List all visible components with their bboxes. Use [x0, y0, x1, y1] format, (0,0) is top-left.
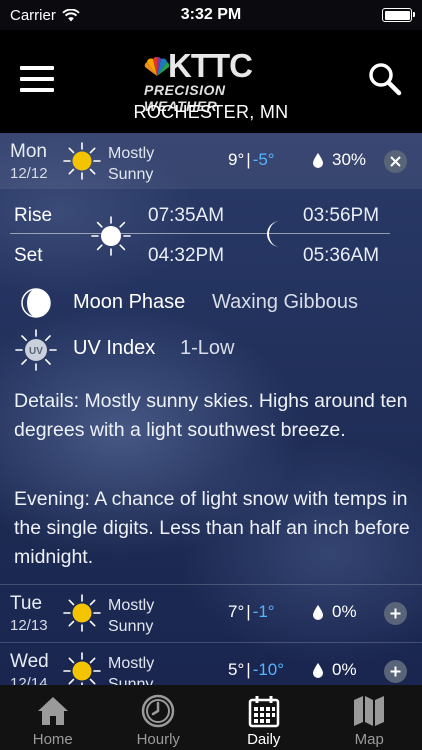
logo-title: KTTC — [168, 47, 253, 84]
sun-icon — [63, 594, 101, 632]
temp-separator: | — [246, 660, 251, 679]
high-temp: 7° — [228, 602, 245, 621]
menu-icon-bar — [20, 77, 54, 81]
temperature-range: 5° | -10° — [228, 660, 284, 680]
expand-button[interactable] — [384, 602, 407, 625]
day-condition: Mostly Sunny — [108, 595, 154, 637]
menu-button[interactable] — [20, 66, 54, 92]
sun-icon — [63, 142, 101, 180]
horizon-line — [10, 233, 390, 234]
precip-chance: 30% — [332, 150, 367, 169]
moon-phase-value: Waxing Gibbous — [212, 291, 358, 313]
low-temp: -1° — [252, 602, 275, 621]
condition-line-2: Sunny — [108, 618, 154, 635]
location-label: ROCHESTER, MN — [133, 102, 289, 122]
menu-icon-bar — [20, 66, 54, 70]
search-icon[interactable] — [368, 62, 402, 96]
tab-daily[interactable]: Daily — [211, 685, 317, 750]
raindrop-icon — [313, 663, 323, 678]
day-name: Tue — [10, 593, 43, 614]
close-icon — [390, 156, 401, 167]
temp-separator: | — [246, 150, 251, 169]
home-icon — [37, 697, 68, 725]
condition-line-1: Mostly — [108, 145, 155, 162]
condition-line-2: Sunny — [108, 166, 154, 183]
day-row-wed[interactable]: Wed 12/14 Mostly Sunny 5° | -10° 0% — [0, 642, 422, 685]
uv-index-label: UV Index — [73, 337, 156, 359]
moon-phase-icon — [21, 288, 51, 318]
collapse-button[interactable] — [384, 150, 407, 173]
tab-label: Hourly — [136, 731, 180, 748]
tab-hourly[interactable]: Hourly — [106, 685, 212, 750]
tab-label: Daily — [247, 731, 281, 748]
day-date: 12/12 — [10, 165, 48, 182]
battery-icon — [382, 8, 415, 22]
kttc-logo: KTTC PRECISION WEATHER — [140, 47, 282, 115]
carrier-label: Carrier — [10, 6, 56, 24]
carrier-group: Carrier — [10, 7, 80, 24]
moon-phase-label: Moon Phase — [73, 291, 186, 313]
sun-horizon-icon — [91, 216, 131, 256]
low-temp: -5° — [252, 150, 275, 169]
tab-label: Home — [32, 731, 73, 748]
day-name: Wed — [10, 651, 49, 672]
evening-text: Evening: A chance of light snow with tem… — [14, 488, 410, 568]
calendar-icon — [248, 696, 279, 728]
precip-chance: 0% — [332, 660, 357, 679]
day-row-tue[interactable]: Tue 12/13 Mostly Sunny 7° | -1° 0% — [0, 584, 422, 640]
condition-line-1: Mostly — [108, 597, 155, 614]
crescent-moon-icon — [267, 221, 280, 247]
set-label: Set — [14, 245, 43, 266]
condition-line-1: Mostly — [108, 655, 155, 672]
map-icon — [354, 696, 385, 726]
clock-icon — [142, 694, 175, 728]
temp-separator: | — [246, 602, 251, 621]
moonrise-time: 03:56PM — [303, 205, 380, 226]
plus-icon — [390, 666, 401, 677]
app-header: KTTC PRECISION WEATHER ROCHESTER, MN — [0, 30, 422, 133]
day-date: 12/14 — [10, 675, 48, 685]
details-text: Details: Mostly sunny skies. Highs aroun… — [14, 390, 408, 441]
moonset-time: 05:36AM — [303, 245, 380, 266]
expand-button[interactable] — [384, 660, 407, 683]
daily-forecast-list[interactable]: Mon 12/12 Mostly Sunny 9° | -5° 30% Rise… — [0, 133, 422, 685]
high-temp: 5° — [228, 660, 245, 679]
raindrop-icon — [313, 605, 323, 620]
low-temp: -10° — [252, 660, 285, 679]
tab-map[interactable]: Map — [317, 685, 422, 750]
day-condition: Mostly Sunny — [108, 653, 154, 685]
temperature-range: 9° | -5° — [228, 150, 275, 170]
condition-line-2: Sunny — [108, 676, 154, 685]
high-temp: 9° — [228, 150, 245, 169]
precip-chance: 0% — [332, 602, 357, 621]
bottom-tab-bar: Home Hourly Daily Map — [0, 685, 422, 750]
sunrise-time: 07:35AM — [148, 205, 225, 226]
day-date: 12/13 — [10, 617, 48, 634]
sun-icon — [63, 652, 101, 685]
rise-label: Rise — [14, 205, 53, 226]
plus-icon — [390, 608, 401, 619]
tab-home[interactable]: Home — [0, 685, 106, 750]
uv-icon-text: UV — [29, 346, 43, 357]
tab-label: Map — [354, 731, 384, 748]
sunset-time: 04:32PM — [148, 245, 225, 266]
day-row-mon[interactable]: Mon 12/12 Mostly Sunny 9° | -5° 30% — [0, 133, 422, 189]
peacock-logo-icon — [144, 56, 170, 76]
uv-sun-icon: UV — [15, 329, 57, 371]
status-bar: Carrier 3:32 PM — [0, 0, 422, 30]
day-condition: Mostly Sunny — [108, 143, 154, 185]
wifi-icon — [62, 8, 80, 21]
uv-index-value: 1-Low — [180, 337, 235, 359]
day-name: Mon — [10, 141, 47, 162]
raindrop-icon — [313, 153, 323, 168]
temperature-range: 7° | -1° — [228, 602, 275, 622]
menu-icon-bar — [20, 88, 54, 92]
